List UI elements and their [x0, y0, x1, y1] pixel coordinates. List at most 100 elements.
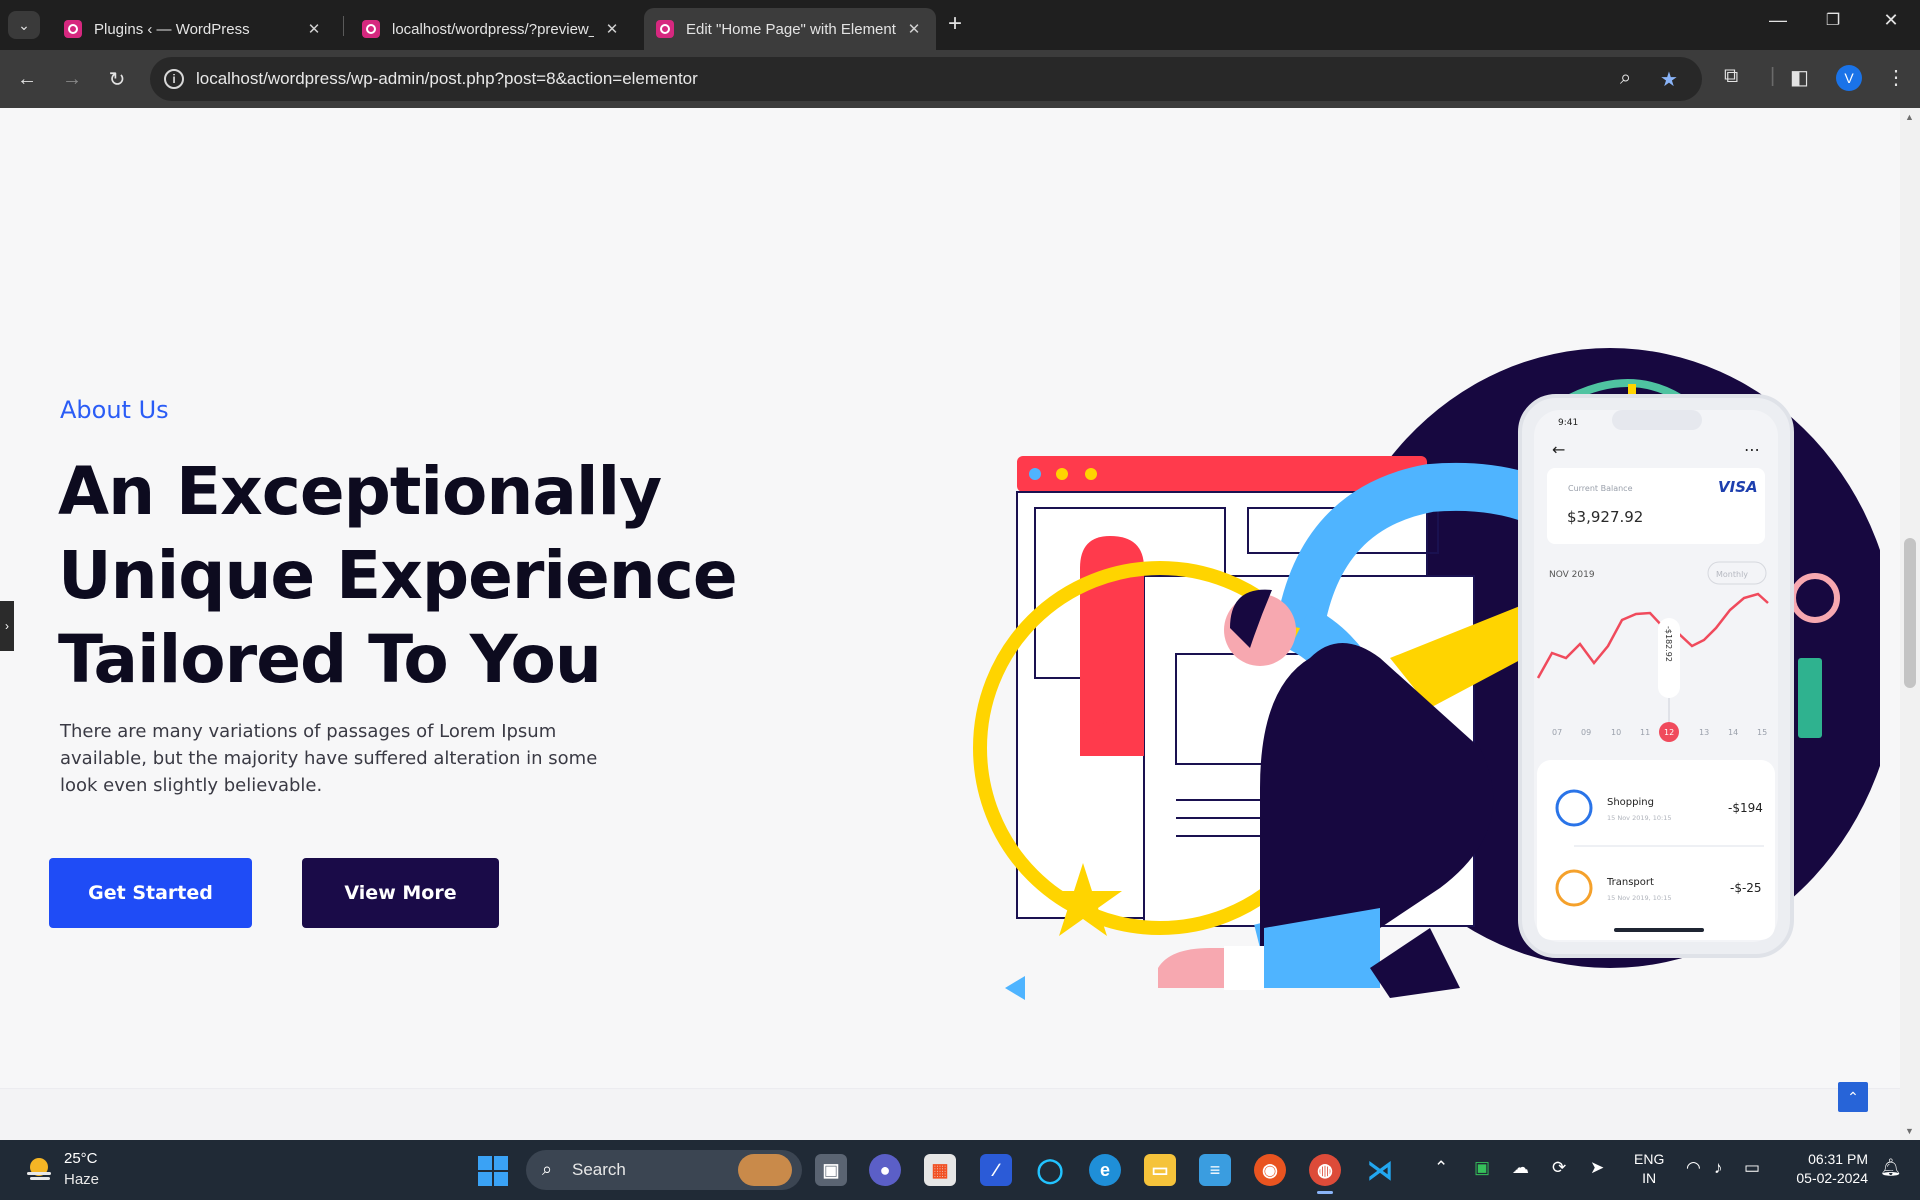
clock-time: 06:31 PM — [1808, 1151, 1868, 1167]
profile-avatar[interactable]: V — [1836, 65, 1862, 91]
microsoft-store-icon[interactable]: ▦ — [924, 1154, 956, 1186]
send-icon[interactable]: ➤ — [1590, 1158, 1604, 1178]
section-eyebrow: About Us — [60, 396, 169, 424]
scroll-up-icon[interactable]: ▲ — [1905, 112, 1914, 122]
tab-elementor-editor[interactable]: Edit "Home Page" with Element ✕ — [644, 8, 936, 50]
axis-day: 15 — [1757, 728, 1767, 737]
heading-line: An Exceptionally — [58, 453, 662, 530]
search-highlight-pie-icon — [738, 1154, 792, 1186]
edge-browser-icon[interactable]: e — [1089, 1154, 1121, 1186]
language-indicator[interactable]: ENG IN — [1634, 1150, 1664, 1188]
battery-icon[interactable]: ▭ — [1744, 1158, 1760, 1178]
period-select: Monthly — [1716, 570, 1748, 579]
tab-close-icon[interactable]: ✕ — [904, 20, 924, 38]
search-placeholder: Search — [572, 1160, 626, 1179]
axis-day: 07 — [1552, 728, 1562, 737]
restore-icon[interactable]: ❐ — [1818, 10, 1848, 30]
tab-title: Plugins ‹ — WordPress — [94, 20, 250, 38]
phone-back-icon: ← — [1552, 440, 1565, 459]
scroll-down-icon[interactable]: ▼ — [1905, 1126, 1914, 1136]
tab-close-icon[interactable]: ✕ — [304, 20, 324, 38]
haze-weather-icon[interactable] — [24, 1154, 54, 1184]
scroll-to-top-icon[interactable]: ⌃ — [1838, 1082, 1868, 1112]
scrollbar-thumb[interactable] — [1904, 538, 1916, 688]
axis-day: 10 — [1611, 728, 1621, 737]
taskbar-search-box[interactable]: ⌕ Search — [526, 1150, 802, 1190]
site-info-icon[interactable]: i — [164, 69, 184, 89]
language-region: IN — [1642, 1170, 1657, 1186]
toolbar-divider: | — [1770, 65, 1776, 87]
url-text[interactable]: localhost/wordpress/wp-admin/post.php?po… — [196, 69, 698, 89]
new-tab-plus-icon[interactable]: + — [948, 12, 962, 36]
language-code: ENG — [1634, 1151, 1665, 1167]
sync-icon[interactable]: ⟳ — [1552, 1158, 1566, 1178]
minimize-icon[interactable]: — — [1763, 10, 1793, 31]
chrome-browser-icon[interactable]: ◍ — [1309, 1154, 1341, 1194]
axis-day: 09 — [1581, 728, 1591, 737]
heading-line: Unique Experience — [58, 537, 738, 614]
weather-condition[interactable]: Haze — [64, 1171, 99, 1188]
forward-arrow-icon[interactable]: → — [57, 64, 87, 94]
transaction-name: Transport — [1606, 877, 1654, 888]
phone-time: 9:41 — [1558, 418, 1578, 428]
ubuntu-icon[interactable]: ◉ — [1254, 1154, 1286, 1186]
hero-description: There are many variations of passages of… — [60, 721, 598, 796]
balance-amount: $3,927.92 — [1567, 508, 1643, 526]
tab-preview[interactable]: localhost/wordpress/?preview_i ✕ — [350, 8, 634, 50]
next-section-strip — [0, 1088, 1920, 1140]
hero-illustration: 9:41 ← ⋯ Current Balance VISA $3,927.92 … — [973, 348, 1880, 1000]
browser-toolbar: ← → ↻ i localhost/wordpress/wp-admin/pos… — [0, 50, 1920, 108]
notification-bell-icon[interactable]: 🔔︎ — [1880, 1158, 1902, 1178]
file-explorer-icon[interactable]: ▭ — [1144, 1154, 1176, 1186]
onedrive-cloud-icon[interactable]: ☁ — [1512, 1158, 1529, 1178]
axis-day: 11 — [1640, 728, 1650, 737]
tray-chevron-up-icon[interactable]: ⌃ — [1434, 1158, 1448, 1178]
dev-app-icon[interactable]: ∕ — [980, 1154, 1012, 1186]
weather-temperature[interactable]: 25°C — [64, 1150, 98, 1167]
tab-title: Edit "Home Page" with Element — [686, 20, 896, 38]
taskbar-clock[interactable]: 06:31 PM 05-02-2024 — [1780, 1150, 1868, 1188]
vscode-icon[interactable]: ⋊ — [1364, 1154, 1396, 1186]
heading-line: Tailored To You — [58, 621, 602, 698]
side-panel-icon[interactable]: ◧ — [1790, 65, 1809, 90]
teams-chat-icon[interactable]: ● — [869, 1154, 901, 1186]
extensions-puzzle-icon[interactable]: ⧉ — [1724, 65, 1738, 88]
clock-date: 05-02-2024 — [1796, 1170, 1868, 1186]
period-label: NOV 2019 — [1549, 570, 1595, 580]
tab-close-icon[interactable]: ✕ — [602, 20, 622, 38]
notepad-icon[interactable]: ≡ — [1199, 1154, 1231, 1186]
get-started-button[interactable]: Get Started — [49, 858, 252, 928]
bookmark-star-icon[interactable]: ★ — [1660, 67, 1678, 92]
wordpress-favicon-icon — [362, 20, 380, 38]
back-arrow-icon[interactable]: ← — [12, 64, 42, 94]
cortana-ring-icon[interactable]: ◯ — [1034, 1154, 1066, 1186]
window-close-icon[interactable]: ✕ — [1876, 10, 1906, 31]
tab-search-chevron-icon[interactable]: ⌄ — [8, 11, 40, 39]
tab-plugins[interactable]: Plugins ‹ — WordPress ✕ — [52, 8, 336, 50]
reload-icon[interactable]: ↻ — [102, 64, 132, 94]
volume-icon[interactable]: ♪ — [1714, 1158, 1723, 1178]
balance-label: Current Balance — [1568, 484, 1633, 493]
view-more-button[interactable]: View More — [302, 858, 499, 928]
panel-expand-icon[interactable]: › — [0, 601, 14, 651]
axis-day: 13 — [1699, 728, 1709, 737]
more-menu-icon[interactable]: ⋮ — [1886, 65, 1906, 90]
transaction-amount: -$-25 — [1730, 881, 1762, 895]
wordpress-favicon-icon — [656, 20, 674, 38]
windows-start-icon[interactable] — [478, 1156, 508, 1186]
address-bar[interactable]: i localhost/wordpress/wp-admin/post.php?… — [150, 57, 1702, 101]
hero-heading: An Exceptionally Unique Experience Tailo… — [58, 450, 778, 702]
phone-more-icon: ⋯ — [1744, 440, 1760, 459]
transaction-date: 15 Nov 2019, 10:15 — [1607, 894, 1672, 902]
transaction-date: 15 Nov 2019, 10:15 — [1607, 814, 1672, 822]
app-tray-icon[interactable]: ▣ — [1474, 1158, 1490, 1178]
transaction-amount: -$194 — [1728, 801, 1763, 815]
page-viewport: › About Us An Exceptionally Unique Exper… — [0, 108, 1920, 1140]
tab-separator — [343, 16, 344, 36]
page-scrollbar[interactable]: ▲ ▼ — [1900, 108, 1920, 1140]
task-view-icon[interactable]: ▣ — [815, 1154, 847, 1186]
zoom-icon[interactable]: ⌕ — [1620, 67, 1631, 90]
wifi-icon[interactable]: ◠ — [1686, 1158, 1701, 1178]
tooltip-value: -$182.92 — [1664, 626, 1673, 662]
wordpress-favicon-icon — [64, 20, 82, 38]
